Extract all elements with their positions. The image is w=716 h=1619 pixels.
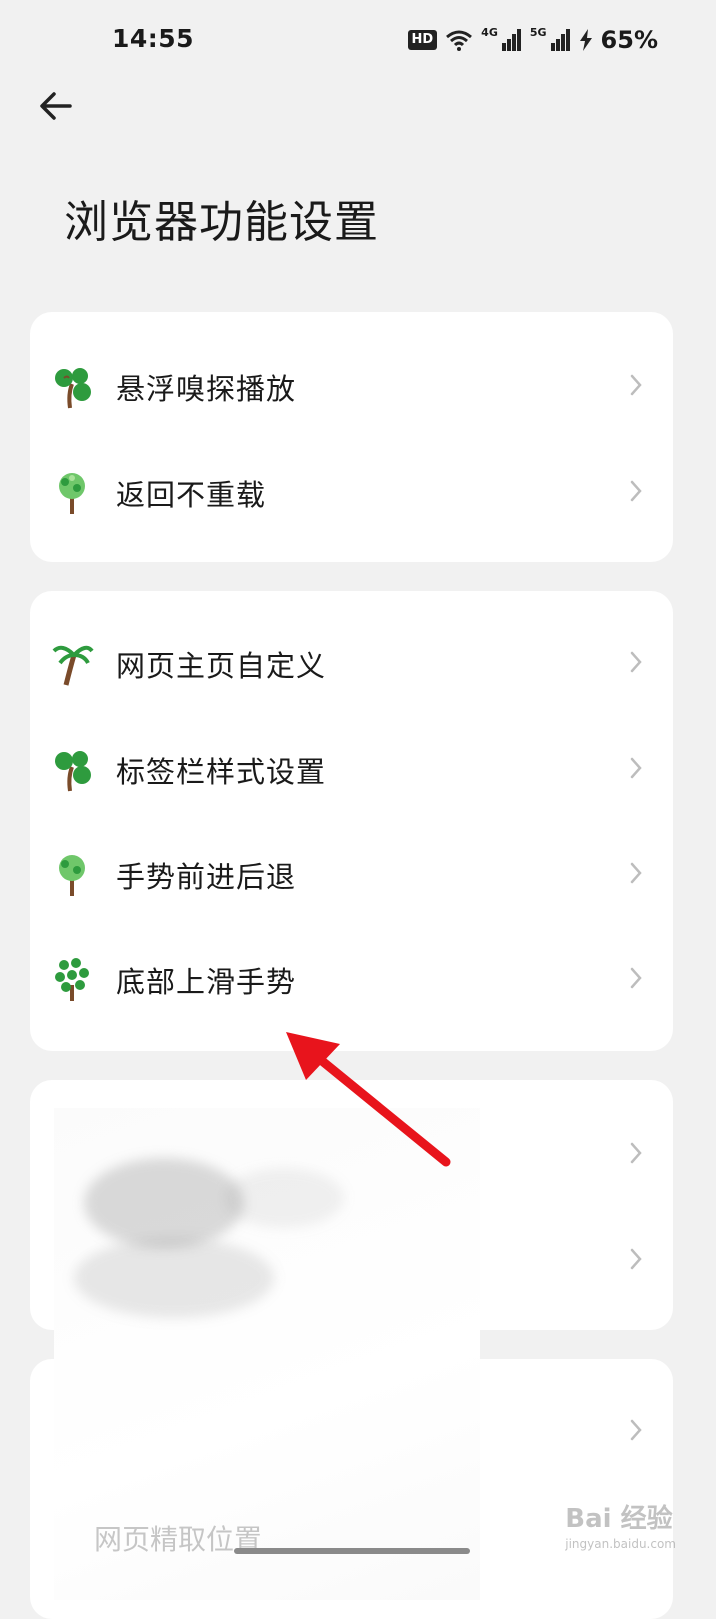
- tree-icon: [55, 958, 89, 1001]
- setting-label: 底部上滑手势: [116, 965, 297, 999]
- setting-row-homepage-custom[interactable]: 网页主页自定义: [30, 609, 673, 715]
- charging-icon: [579, 29, 592, 51]
- wifi-icon: [446, 30, 473, 51]
- network-5g-label: 5G: [529, 25, 547, 39]
- chevron-right-icon: [630, 967, 642, 989]
- annotation-arrow: [286, 1032, 451, 1167]
- setting-label: 网页主页自定义: [116, 649, 327, 683]
- hd-badge: HD: [407, 30, 438, 50]
- chevron-right-icon: [630, 1142, 642, 1164]
- palm-tree-icon: [52, 645, 94, 686]
- signal-icon: [501, 29, 521, 51]
- chevron-right-icon: [630, 757, 642, 779]
- chevron-right-icon: [630, 1248, 642, 1270]
- setting-label: 手势前进后退: [116, 860, 297, 894]
- setting-row-gesture-forward-back[interactable]: 手势前进后退: [30, 820, 673, 926]
- status-icons: HD 4G 5G 65%: [407, 25, 658, 54]
- tree-icon: [55, 751, 91, 792]
- status-time: 14:55: [112, 24, 195, 53]
- battery-level: 65%: [600, 26, 658, 54]
- page-title: 浏览器功能设置: [64, 197, 379, 248]
- watermark-url: jingyan.baidu.com: [565, 1537, 676, 1551]
- setting-label: 返回不重载: [116, 478, 267, 512]
- setting-row-return-no-reload[interactable]: 返回不重载: [30, 438, 673, 544]
- arrow-left-icon: [40, 92, 72, 120]
- settings-group-1: 悬浮嗅探播放 返回不重载: [30, 312, 673, 562]
- signal-icon: [550, 29, 570, 51]
- chevron-right-icon: [630, 862, 642, 884]
- setting-row-floating-sniff-play[interactable]: 悬浮嗅探播放: [30, 332, 673, 438]
- chevron-right-icon: [630, 651, 642, 673]
- baidu-watermark: Bai 经验 jingyan.baidu.com: [565, 1498, 676, 1551]
- smudge: [74, 1238, 274, 1318]
- home-indicator[interactable]: [234, 1548, 470, 1554]
- tree-icon: [55, 368, 91, 409]
- chevron-right-icon: [630, 1419, 642, 1441]
- back-button[interactable]: [34, 84, 78, 128]
- setting-label: 标签栏样式设置: [116, 755, 327, 789]
- tree-icon: [59, 855, 85, 896]
- chevron-right-icon: [630, 374, 642, 396]
- network-4g-label: 4G: [481, 25, 498, 39]
- tree-icon: [59, 473, 85, 514]
- watermark-text: Bai 经验: [565, 1504, 673, 1534]
- smudge: [84, 1158, 244, 1248]
- settings-group-2: 网页主页自定义 标签栏样式设置 手势前进后退 底部上滑手势: [30, 591, 673, 1051]
- setting-row-bottom-swipe-gesture[interactable]: 底部上滑手势: [30, 925, 673, 1031]
- status-bar: 14:55 HD 4G 5G 65%: [0, 0, 716, 84]
- redaction-overlay: 网页精取位置: [54, 1108, 480, 1600]
- chevron-right-icon: [630, 480, 642, 502]
- setting-label: 悬浮嗅探播放: [116, 372, 297, 406]
- setting-row-tabbar-style[interactable]: 标签栏样式设置: [30, 715, 673, 821]
